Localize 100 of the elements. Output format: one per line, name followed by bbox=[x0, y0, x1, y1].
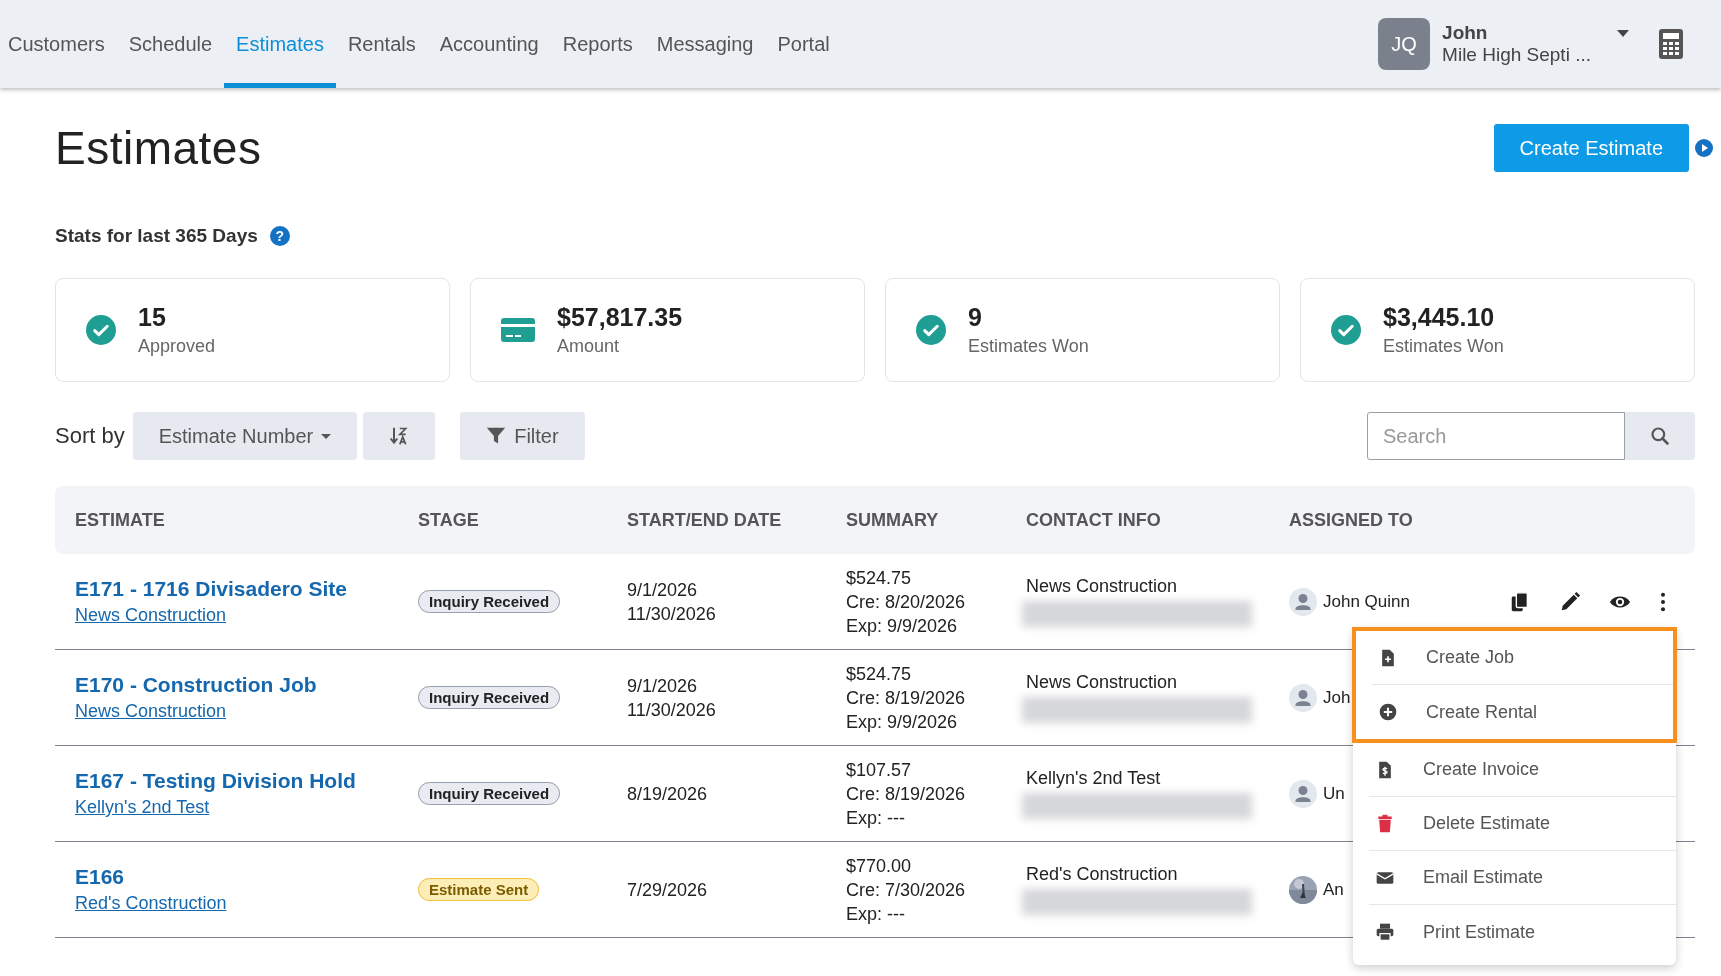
customer-link[interactable]: News Construction bbox=[75, 701, 418, 722]
assignee-name: John Quinn bbox=[1323, 591, 1410, 612]
nav-tab[interactable]: Accounting bbox=[427, 0, 551, 88]
assignee-name: An bbox=[1323, 879, 1344, 900]
summary-text: $524.75 bbox=[846, 566, 913, 590]
avatar-icon bbox=[1289, 779, 1317, 808]
trash-icon bbox=[1375, 813, 1395, 834]
column-header: CONTACT INFO bbox=[1026, 509, 1162, 531]
avatar-icon bbox=[1289, 587, 1317, 616]
assignee-name: Un bbox=[1323, 783, 1345, 804]
calculator-icon bbox=[1659, 29, 1683, 59]
summary-text: Exp: --- bbox=[846, 806, 906, 830]
contact-name: Red's Construction bbox=[1026, 864, 1179, 885]
copy-button[interactable] bbox=[1509, 590, 1531, 613]
date-text: 9/1/2026 bbox=[627, 578, 699, 602]
column-header: STAGE bbox=[418, 509, 480, 531]
sort-icon bbox=[389, 426, 410, 446]
menu-item[interactable]: Print Estimate bbox=[1369, 905, 1676, 959]
sort-direction-button[interactable] bbox=[363, 412, 436, 460]
summary-text: $770.00 bbox=[846, 854, 913, 878]
menu-item[interactable]: Create Invoice bbox=[1369, 743, 1676, 797]
stat-label: Approved bbox=[138, 336, 216, 357]
summary-text: $107.57 bbox=[846, 758, 913, 782]
play-icon bbox=[1695, 139, 1713, 157]
summary-text: Cre: 7/30/2026 bbox=[846, 878, 967, 902]
menu-item[interactable]: Email Estimate bbox=[1369, 851, 1676, 905]
estimate-link[interactable]: E171 - 1716 Divisadero Site bbox=[75, 577, 418, 601]
customer-link[interactable]: News Construction bbox=[75, 605, 418, 626]
date-text: 9/1/2026 bbox=[627, 674, 699, 698]
credit-card-icon bbox=[501, 316, 535, 344]
more-button[interactable] bbox=[1659, 590, 1667, 613]
filter-button[interactable]: Filter bbox=[460, 412, 585, 460]
user-name: John bbox=[1442, 22, 1489, 44]
menu-item[interactable]: Delete Estimate bbox=[1369, 797, 1676, 851]
stat-label: Estimates Won bbox=[1383, 336, 1504, 357]
stat-label: Amount bbox=[557, 336, 621, 357]
summary-text: Exp: 9/9/2026 bbox=[846, 710, 959, 734]
contact-name: News Construction bbox=[1026, 576, 1179, 597]
stats-heading: Stats for last 365 Days bbox=[55, 225, 258, 247]
summary-text: Cre: 8/19/2026 bbox=[846, 686, 967, 710]
nav-tab[interactable]: Rentals bbox=[335, 0, 428, 88]
search-icon bbox=[1650, 426, 1670, 446]
page-title: Estimates bbox=[55, 121, 262, 175]
check-circle-icon bbox=[86, 315, 116, 345]
pencil-icon bbox=[1559, 590, 1581, 613]
stage-badge: Estimate Sent bbox=[418, 877, 540, 901]
sort-dropdown[interactable]: Estimate Number bbox=[132, 412, 358, 460]
search-button[interactable] bbox=[1625, 412, 1695, 460]
date-text: 11/30/2026 bbox=[627, 698, 717, 722]
check-circle-icon bbox=[1331, 315, 1361, 345]
printer-icon bbox=[1375, 922, 1395, 942]
filter-icon bbox=[486, 426, 507, 446]
nav-tab[interactable]: Portal bbox=[765, 0, 842, 88]
plus-circle-icon bbox=[1378, 702, 1398, 722]
stage-badge: Inquiry Received bbox=[418, 685, 561, 709]
menu-item[interactable]: Create Job bbox=[1372, 631, 1673, 685]
column-header: SUMMARY bbox=[846, 509, 940, 531]
nav-tab[interactable]: Reports bbox=[550, 0, 645, 88]
column-header: ESTIMATE bbox=[75, 509, 166, 531]
summary-text: Cre: 8/19/2026 bbox=[846, 782, 967, 806]
check-circle-icon bbox=[916, 315, 946, 345]
stat-value: $57,817.35 bbox=[557, 303, 683, 332]
date-text: 11/30/2026 bbox=[627, 602, 717, 626]
column-header: START/END DATE bbox=[627, 509, 783, 531]
help-icon[interactable]: ? bbox=[269, 226, 290, 246]
search-field[interactable]: Search bbox=[1367, 412, 1625, 460]
contact-name: Kellyn's 2nd Test bbox=[1026, 768, 1162, 789]
summary-text: Cre: 8/20/2026 bbox=[846, 590, 967, 614]
estimate-link[interactable]: E167 - Testing Division Hold bbox=[75, 769, 418, 793]
customer-link[interactable]: Red's Construction bbox=[75, 893, 418, 914]
more-icon bbox=[1659, 590, 1667, 613]
stage-badge: Inquiry Received bbox=[418, 589, 561, 613]
edit-button[interactable] bbox=[1559, 590, 1581, 613]
caret-icon bbox=[321, 433, 332, 439]
contact-name: News Construction bbox=[1026, 672, 1179, 693]
company-name: Mile High Septi ... bbox=[1442, 44, 1591, 66]
user-avatar[interactable]: JQ bbox=[1378, 18, 1431, 70]
summary-text: Exp: --- bbox=[846, 902, 906, 926]
estimate-link[interactable]: E166 bbox=[75, 865, 418, 889]
stat-value: 15 bbox=[138, 303, 167, 332]
caret-icon bbox=[1617, 30, 1629, 38]
stat-label: Estimates Won bbox=[968, 336, 1089, 357]
summary-text: $524.75 bbox=[846, 662, 913, 686]
stage-badge: Inquiry Received bbox=[418, 781, 561, 805]
copy-icon bbox=[1509, 590, 1531, 613]
assignee-name: Joh bbox=[1323, 687, 1351, 708]
stat-value: 9 bbox=[968, 303, 983, 332]
sort-label: Sort by bbox=[55, 423, 125, 449]
stat-value: $3,445.10 bbox=[1383, 303, 1496, 332]
menu-item[interactable]: Create Rental bbox=[1372, 685, 1673, 739]
nav-tab[interactable]: Schedule bbox=[116, 0, 225, 88]
column-header: ASSIGNED TO bbox=[1289, 509, 1414, 531]
date-text: 7/29/2026 bbox=[627, 878, 709, 902]
estimate-link[interactable]: E170 - Construction Job bbox=[75, 673, 418, 697]
summary-text: Exp: 9/9/2026 bbox=[846, 614, 959, 638]
customer-link[interactable]: Kellyn's 2nd Test bbox=[75, 797, 418, 818]
nav-tab[interactable]: Messaging bbox=[644, 0, 766, 88]
date-text: 8/19/2026 bbox=[627, 782, 709, 806]
nav-tab[interactable]: Customers bbox=[8, 0, 117, 88]
avatar-icon bbox=[1289, 683, 1317, 712]
